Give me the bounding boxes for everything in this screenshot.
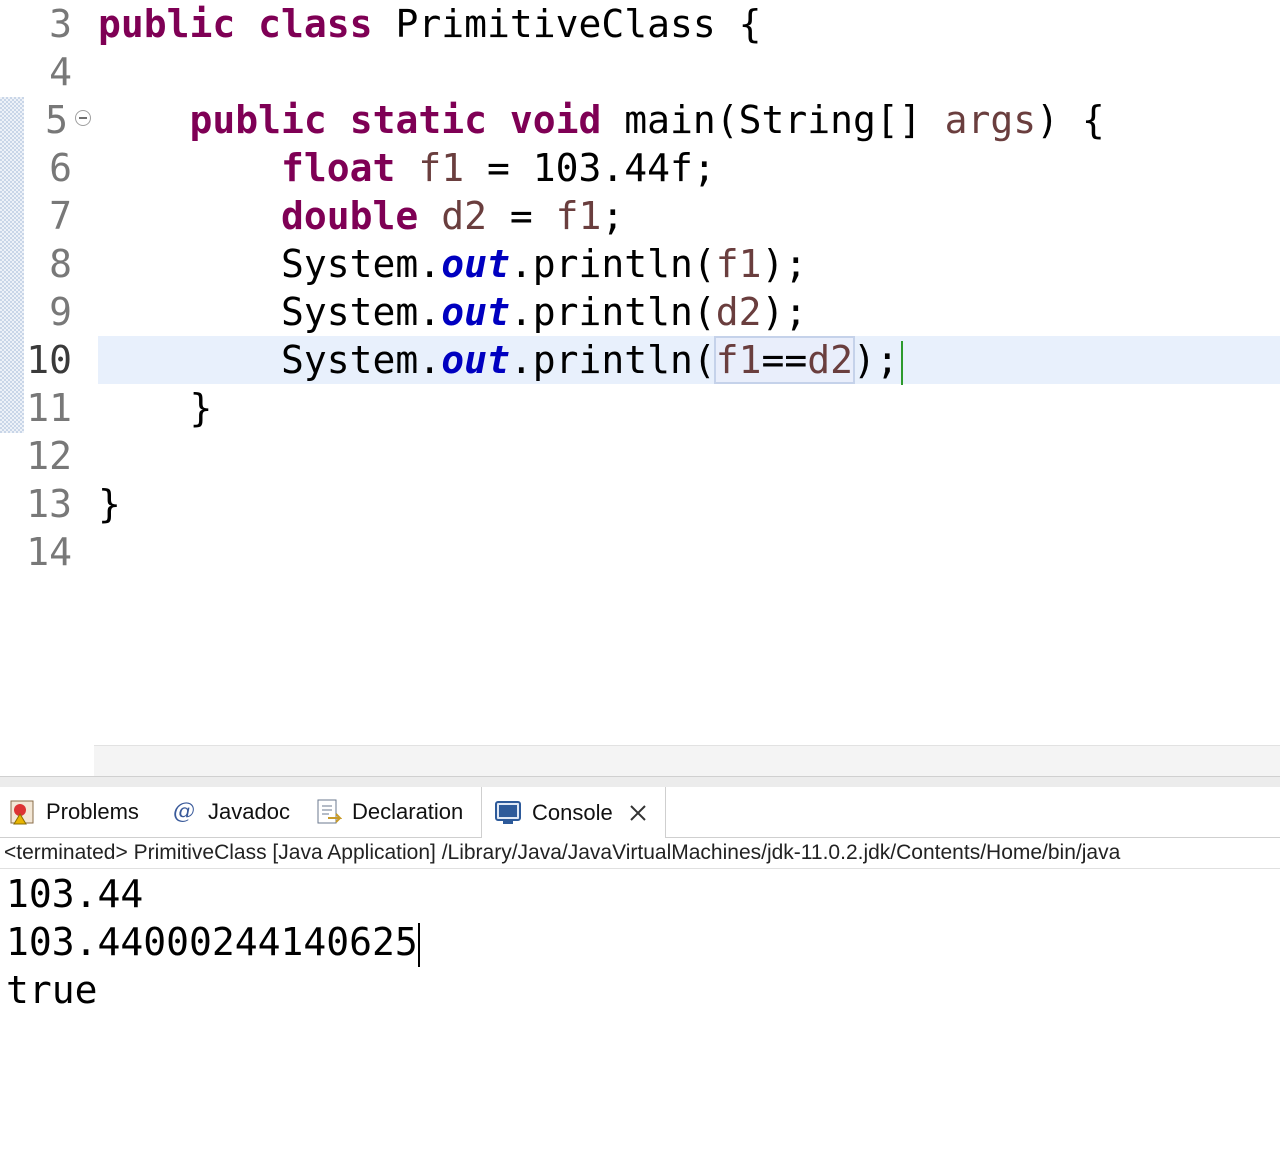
code-text: float f1 = 103.44f; xyxy=(281,146,716,190)
tab-label: Console xyxy=(532,799,613,825)
code-text: public class PrimitiveClass { xyxy=(98,2,762,46)
code-editor[interactable]: 3 public class PrimitiveClass { 4 5 publ… xyxy=(0,0,1280,745)
code-line: 4 xyxy=(0,48,1280,96)
line-number: 4 xyxy=(49,50,72,94)
code-text: double d2 = f1; xyxy=(281,194,625,238)
at-sign-icon: @ xyxy=(173,799,195,824)
declaration-icon xyxy=(314,798,343,826)
console-output-line: 103.44 xyxy=(6,872,144,916)
tab-javadoc[interactable]: @ Javadoc xyxy=(170,787,290,837)
tab-console[interactable]: Console xyxy=(481,787,666,838)
close-icon[interactable] xyxy=(627,796,649,824)
code-text: System.out.println(f1==d2); xyxy=(98,336,903,385)
code-line: 8 System.out.println(f1); xyxy=(0,240,1280,288)
code-line: 10 System.out.println(f1==d2); xyxy=(0,336,1280,385)
tab-declaration[interactable]: Declaration xyxy=(314,787,463,837)
bottom-panel-tabs: Problems @ Javadoc Declaration Console xyxy=(0,787,1280,838)
tab-problems[interactable]: Problems xyxy=(8,787,139,837)
code-line: 13 } xyxy=(0,480,1280,528)
code-line: 5 public static void main(String[] args)… xyxy=(0,96,1280,144)
line-number: 6 xyxy=(49,146,72,190)
editor-horizontal-scrollbar[interactable] xyxy=(94,745,1280,776)
code-line: 12 xyxy=(0,432,1280,480)
code-line: 6 float f1 = 103.44f; xyxy=(0,144,1280,192)
code-text: System.out.println(d2); xyxy=(281,290,808,334)
code-text: public static void main(String[] args) { xyxy=(189,98,1105,142)
text-caret xyxy=(900,340,903,385)
tab-label: Declaration xyxy=(352,799,464,824)
console-process-label: <terminated> PrimitiveClass [Java Applic… xyxy=(0,838,1280,869)
problems-icon xyxy=(8,798,36,826)
line-number: 9 xyxy=(49,290,72,334)
console-output-line: 103.44000244140625 xyxy=(6,918,420,967)
line-number: 10 xyxy=(26,338,72,382)
console-caret xyxy=(417,922,420,967)
code-line: 7 double d2 = f1; xyxy=(0,192,1280,240)
line-number: 11 xyxy=(26,386,72,430)
tab-label: Problems xyxy=(46,799,139,824)
line-number: 3 xyxy=(49,2,72,46)
bracket-match-highlight: f1==d2 xyxy=(713,336,856,384)
line-number: 7 xyxy=(49,194,72,238)
console-output-line: true xyxy=(6,968,98,1012)
code-line: 9 System.out.println(d2); xyxy=(0,288,1280,336)
code-line: 14 xyxy=(0,528,1280,576)
code-text: System.out.println(f1); xyxy=(281,242,808,286)
line-number: 5 xyxy=(45,98,68,142)
code-text: } xyxy=(189,386,213,430)
code-text: } xyxy=(98,482,121,526)
line-number: 13 xyxy=(26,482,72,526)
line-number: 14 xyxy=(26,530,72,574)
line-number: 12 xyxy=(26,434,72,478)
code-line: 3 public class PrimitiveClass { xyxy=(0,0,1280,48)
console-icon xyxy=(494,799,522,827)
code-line: 11 } xyxy=(0,384,1280,432)
line-number: 8 xyxy=(49,242,72,286)
fold-collapse-icon[interactable] xyxy=(75,110,91,126)
tab-label: Javadoc xyxy=(208,799,290,824)
